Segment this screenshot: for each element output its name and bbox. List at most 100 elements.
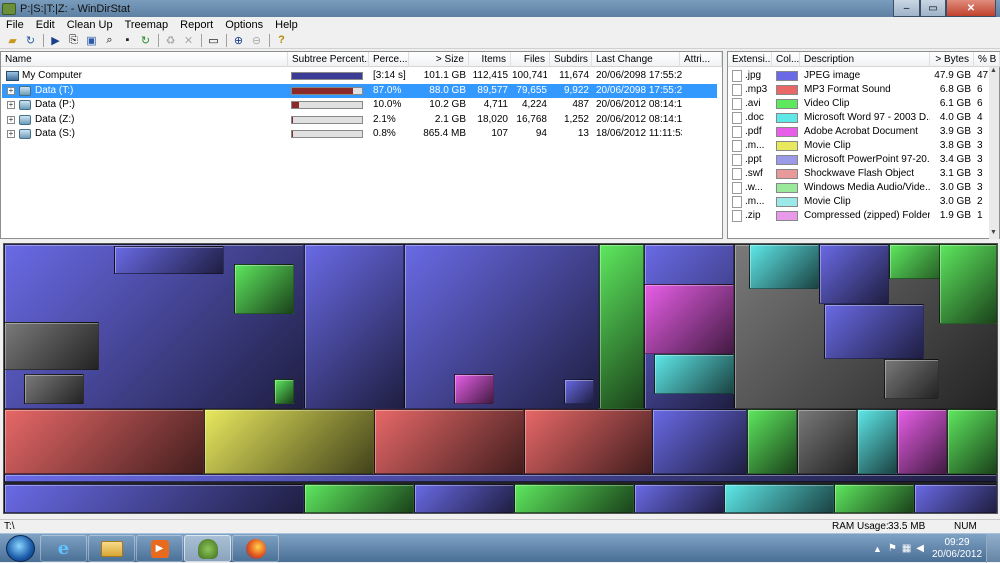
treemap-block[interactable] bbox=[652, 409, 747, 474]
tree-row[interactable]: + Data (Z:) 2.1% 2.1 GB 18,020 16,768 1,252 20/… bbox=[2, 113, 721, 127]
col-subtree-percent[interactable]: Subtree Percent... bbox=[288, 52, 369, 67]
taskbar-firefox-button[interactable] bbox=[232, 535, 279, 562]
treemap-block[interactable] bbox=[514, 484, 634, 513]
system-clock[interactable]: 09:29 20/06/2012 bbox=[928, 537, 986, 561]
treemap-block[interactable] bbox=[634, 484, 724, 513]
treemap-block[interactable] bbox=[644, 284, 734, 354]
new-folder-icon[interactable]: ▭ bbox=[205, 33, 222, 48]
menu-clean-up[interactable]: Clean Up bbox=[61, 19, 119, 31]
treemap-block[interactable] bbox=[564, 379, 594, 404]
minimize-button[interactable]: – bbox=[893, 0, 920, 17]
col-color[interactable]: Col... bbox=[772, 52, 800, 67]
col-extension[interactable]: Extensi... bbox=[728, 52, 772, 67]
menu-report[interactable]: Report bbox=[174, 19, 219, 31]
menu-treemap[interactable]: Treemap bbox=[119, 19, 175, 31]
col-name[interactable]: Name bbox=[1, 52, 288, 67]
extension-row[interactable]: .w... Windows Media Audio/Vide... 3.0 GB 3 bbox=[729, 181, 999, 195]
treemap-block[interactable] bbox=[834, 484, 914, 513]
col-subdirs[interactable]: Subdirs bbox=[550, 52, 592, 67]
delete-icon[interactable]: ✕ bbox=[180, 33, 197, 48]
tray-expand-icon[interactable]: ▲ bbox=[873, 544, 882, 554]
treemap-block[interactable] bbox=[654, 354, 734, 394]
col-percent-bytes[interactable]: % B bbox=[974, 52, 1000, 67]
extension-row[interactable]: .zip Compressed (zipped) Folder 1.9 GB 1 bbox=[729, 209, 999, 223]
treemap-block[interactable] bbox=[113, 245, 224, 274]
extension-row[interactable]: .jpg JPEG image 47.9 GB 47 bbox=[729, 69, 999, 83]
treemap-block[interactable] bbox=[797, 409, 857, 474]
treemap-block[interactable] bbox=[884, 359, 939, 399]
close-button[interactable]: ✕ bbox=[946, 0, 996, 17]
network-icon[interactable]: ▦ bbox=[902, 543, 911, 554]
extension-row[interactable]: .mp3 MP3 Format Sound 6.8 GB 6 bbox=[729, 83, 999, 97]
volume-icon[interactable]: ◀ bbox=[916, 543, 924, 554]
command-prompt-icon[interactable]: ▪ bbox=[119, 33, 136, 48]
treemap-block[interactable] bbox=[524, 409, 652, 474]
treemap-block[interactable] bbox=[599, 244, 644, 409]
play-icon[interactable]: ▶ bbox=[47, 33, 64, 48]
tree-row[interactable]: + Data (P:) 10.0% 10.2 GB 4,711 4,224 487 20/06… bbox=[2, 98, 721, 112]
refresh-icon[interactable]: ↻ bbox=[22, 33, 39, 48]
col-attributes[interactable]: Attri... bbox=[680, 52, 722, 67]
treemap-view[interactable] bbox=[3, 243, 998, 514]
treemap-block[interactable] bbox=[204, 409, 374, 474]
treemap-block[interactable] bbox=[747, 409, 797, 474]
extension-row[interactable]: .swf Shockwave Flash Object 3.1 GB 3 bbox=[729, 167, 999, 181]
menu-help[interactable]: Help bbox=[269, 19, 304, 31]
directory-tree-list[interactable]: Name Subtree Percent... Perce... > Size … bbox=[0, 51, 723, 239]
extension-scrollbar[interactable]: ▲ ▼ bbox=[989, 67, 999, 239]
col-percent[interactable]: Perce... bbox=[369, 52, 409, 67]
treemap-block[interactable] bbox=[4, 409, 204, 474]
taskbar-explorer-button[interactable] bbox=[88, 535, 135, 562]
col-bytes[interactable]: > Bytes bbox=[930, 52, 974, 67]
extension-list[interactable]: Extensi... Col... Description > Bytes % … bbox=[727, 51, 1000, 239]
tree-row[interactable]: + Data (S:) 0.8% 865.4 MB 107 94 13 18/06/2012 … bbox=[2, 127, 721, 141]
expand-icon[interactable]: + bbox=[7, 130, 15, 138]
menu-options[interactable]: Options bbox=[219, 19, 269, 31]
treemap-block[interactable] bbox=[857, 409, 897, 474]
extension-row[interactable]: .avi Video Clip 6.1 GB 6 bbox=[729, 97, 999, 111]
treemap-block[interactable] bbox=[234, 264, 294, 314]
action-center-icon[interactable]: ⚑ bbox=[888, 543, 897, 554]
expand-icon[interactable]: + bbox=[7, 115, 15, 124]
explorer-icon[interactable]: ▣ bbox=[83, 33, 100, 48]
extension-row[interactable]: .doc Microsoft Word 97 - 2003 D... 4.0 GB 4 bbox=[729, 111, 999, 125]
treemap-block[interactable] bbox=[914, 484, 997, 513]
show-desktop-button[interactable] bbox=[986, 534, 1000, 563]
treemap-block[interactable] bbox=[4, 322, 99, 370]
menu-file[interactable]: File bbox=[0, 19, 30, 31]
copy-path-icon[interactable]: ⎘ bbox=[65, 33, 82, 48]
treemap-block[interactable] bbox=[897, 409, 947, 474]
taskbar-ie-button[interactable]: e bbox=[40, 535, 87, 562]
find-icon[interactable]: ⌕ bbox=[101, 33, 118, 48]
treemap-block[interactable] bbox=[824, 304, 924, 359]
treemap-block[interactable] bbox=[274, 379, 294, 404]
col-size[interactable]: > Size bbox=[409, 52, 469, 67]
col-items[interactable]: Items bbox=[469, 52, 511, 67]
zoom-out-icon[interactable]: ⊖ bbox=[248, 33, 265, 48]
treemap-block[interactable] bbox=[939, 244, 997, 324]
col-last-change[interactable]: Last Change bbox=[592, 52, 680, 67]
menu-edit[interactable]: Edit bbox=[30, 19, 61, 31]
treemap-block[interactable] bbox=[454, 374, 494, 404]
expand-icon[interactable]: + bbox=[7, 86, 15, 95]
tree-row[interactable]: My Computer [3:14 s] 101.1 GB 112,415 100,74… bbox=[2, 69, 721, 83]
recycle-icon[interactable]: ♻ bbox=[162, 33, 179, 48]
treemap-block[interactable] bbox=[947, 409, 997, 474]
maximize-button[interactable]: ▭ bbox=[920, 0, 946, 17]
col-files[interactable]: Files bbox=[511, 52, 550, 67]
tree-row[interactable]: + Data (T:) 87.0% 88.0 GB 89,577 79,655 9,922 2… bbox=[2, 83, 717, 98]
treemap-block[interactable] bbox=[819, 244, 889, 304]
treemap-block[interactable] bbox=[24, 374, 84, 404]
treemap-block[interactable] bbox=[749, 244, 819, 289]
extension-row[interactable]: .pdf Adobe Acrobat Document 3.9 GB 3 bbox=[729, 125, 999, 139]
treemap-block[interactable] bbox=[374, 409, 524, 474]
open-icon[interactable]: ▰ bbox=[4, 33, 21, 48]
start-button[interactable] bbox=[6, 535, 35, 562]
treemap-block[interactable] bbox=[724, 484, 834, 513]
treemap-block[interactable] bbox=[304, 244, 404, 409]
treemap-block[interactable] bbox=[4, 484, 304, 513]
treemap-block[interactable] bbox=[4, 474, 997, 482]
treemap-block[interactable] bbox=[304, 484, 414, 513]
extension-row[interactable]: .m... Movie Clip 3.8 GB 3 bbox=[729, 139, 999, 153]
help-icon[interactable]: ? bbox=[273, 33, 290, 48]
